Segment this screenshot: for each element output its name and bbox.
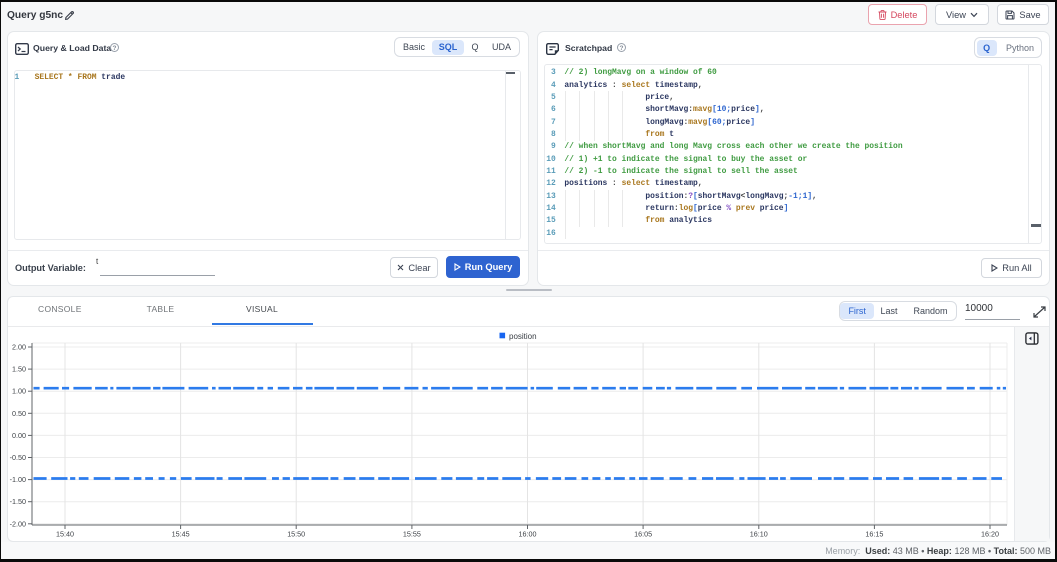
svg-text:16:00: 16:00	[519, 530, 537, 539]
svg-text:15:50: 15:50	[287, 530, 305, 539]
svg-text:-0.50: -0.50	[10, 453, 26, 462]
svg-text:16:05: 16:05	[634, 530, 652, 539]
svg-text:-1.00: -1.00	[10, 475, 26, 484]
svg-text:0.50: 0.50	[12, 409, 26, 418]
svg-text:16:15: 16:15	[865, 530, 883, 539]
svg-text:1.00: 1.00	[12, 387, 26, 396]
svg-text:15:45: 15:45	[172, 530, 190, 539]
svg-text:15:55: 15:55	[403, 530, 421, 539]
svg-text:1.50: 1.50	[12, 365, 26, 374]
svg-text:2.00: 2.00	[12, 343, 26, 352]
svg-text:16:10: 16:10	[750, 530, 768, 539]
svg-text:-1.50: -1.50	[10, 497, 26, 506]
svg-text:-2.00: -2.00	[10, 519, 26, 528]
svg-text:15:40: 15:40	[56, 530, 74, 539]
svg-text:16:20: 16:20	[981, 530, 999, 539]
svg-text:0.00: 0.00	[12, 431, 26, 440]
svg-text:position: position	[509, 332, 537, 341]
